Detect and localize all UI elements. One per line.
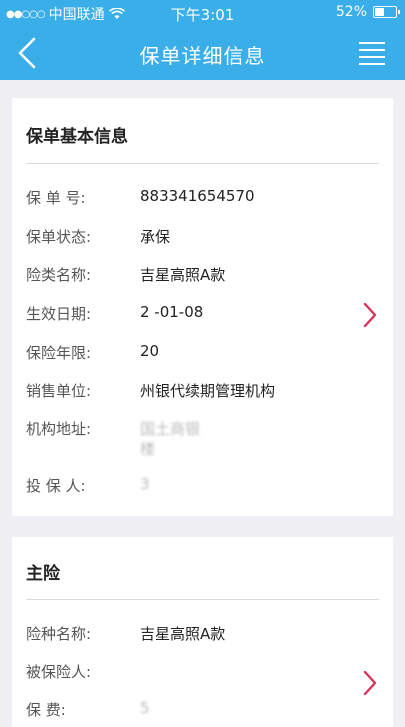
policy-number-value: 883341654570 (140, 187, 255, 205)
insurance-term-label: 保险年限: (26, 344, 92, 362)
battery-percent: 52% (335, 4, 367, 20)
effective-date-label: 生效日期: (26, 305, 92, 323)
policy-status-label: 保单状态: (26, 228, 92, 246)
status-bar: ●●○○○ 中国联通 下午3:01 52% (0, 0, 405, 26)
coverage-name-label: 险种名称: (26, 625, 92, 643)
main-insurance-title: 主险 (26, 564, 60, 584)
policy-basic-card[interactable]: 保单基本信息 保 单 号: 883341654570 保单状态: 承保 险类名称… (12, 98, 393, 516)
status-right: 52% (335, 4, 400, 20)
policyholder-label: 投 保 人: (26, 477, 86, 495)
chevron-right-icon[interactable] (363, 302, 377, 328)
divider (26, 163, 379, 164)
nav-bar: 保单详细信息 (0, 26, 405, 80)
page-title: 保单详细信息 (139, 44, 266, 68)
agency-address-value: 国土商银 (140, 420, 201, 438)
premium-label: 保 费: (26, 701, 66, 719)
chevron-right-icon[interactable] (363, 670, 377, 696)
insured-label: 被保险人: (26, 663, 92, 681)
insurance-term-value: 20 (140, 342, 160, 360)
product-name-label: 险类名称: (26, 266, 92, 284)
agency-address-value-line2: 楼 (140, 440, 156, 458)
battery-icon (373, 6, 400, 18)
menu-icon[interactable] (357, 40, 387, 66)
effective-date-value: 2 -01-08 (140, 303, 204, 321)
policy-status-value: 承保 (140, 228, 171, 246)
main-insurance-card[interactable]: 主险 险种名称: 吉星高照A款 被保险人: 保 费: 5 (12, 537, 393, 727)
agency-address-label: 机构地址: (26, 420, 92, 438)
policyholder-value: 3 (140, 475, 150, 493)
basic-info-title: 保单基本信息 (26, 127, 128, 147)
premium-value: 5 (140, 699, 150, 717)
divider (26, 599, 379, 600)
coverage-name-value: 吉星高照A款 (140, 625, 226, 643)
sales-unit-label: 销售单位: (26, 382, 92, 400)
product-name-value: 吉星高照A款 (140, 266, 226, 284)
policy-number-label: 保 单 号: (26, 189, 86, 207)
sales-unit-value: 州银代续期管理机构 (140, 382, 276, 400)
